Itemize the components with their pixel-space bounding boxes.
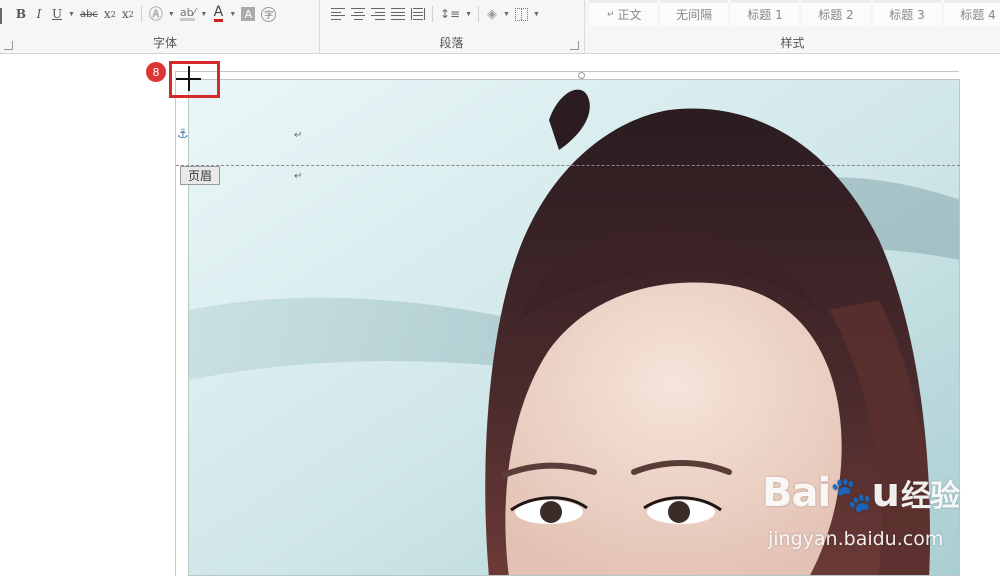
paragraph-mark: ↵ (294, 171, 303, 182)
highlight-color-button[interactable]: ab⁄ (177, 4, 199, 24)
style-label: 标题 2 (818, 8, 854, 22)
paragraph-group: ↕≡ ▼ ◈ ▼ ▼ 段落 (319, 0, 583, 54)
step-number-badge: 8 (146, 62, 166, 82)
font-toolbar: B I U ▼ abc x2 x2 Ⓐ ▼ ab⁄ ▼ A ▼ A 字 (12, 4, 279, 24)
paragraph-mark: ↵ (294, 130, 303, 141)
strikethrough-button[interactable]: abc (77, 4, 101, 24)
distribute-button[interactable] (408, 4, 428, 24)
text-effects-icon: Ⓐ (148, 7, 163, 23)
justify-icon (391, 8, 405, 20)
ribbon: B I U ▼ abc x2 x2 Ⓐ ▼ ab⁄ ▼ A ▼ A 字 字体 ↕… (0, 0, 1000, 54)
text-effects-dropdown-icon[interactable]: ▼ (166, 11, 177, 18)
toolbar-separator (478, 6, 480, 22)
header-boundary-line (176, 165, 960, 166)
dialog-launcher-icon[interactable] (4, 41, 13, 50)
justify-button[interactable] (388, 4, 408, 24)
align-center-icon (351, 8, 365, 20)
align-right-button[interactable] (368, 4, 388, 24)
text-effects-button[interactable]: Ⓐ (146, 4, 166, 24)
underline-dropdown-icon[interactable]: ▼ (66, 11, 77, 18)
superscript-button[interactable]: x2 (119, 4, 137, 24)
style-heading-3[interactable]: 标题 3 (873, 0, 941, 26)
align-right-icon (371, 8, 385, 20)
underline-button[interactable]: U (48, 4, 66, 24)
line-spacing-dropdown-icon[interactable]: ▼ (463, 11, 474, 18)
font-group: B I U ▼ abc x2 x2 Ⓐ ▼ ab⁄ ▼ A ▼ A 字 字体 (4, 0, 318, 54)
highlight-dropdown-icon[interactable]: ▼ (198, 11, 209, 18)
baidu-watermark: Bai🐾u经验 jingyan.baidu.com (762, 470, 992, 570)
paragraph-mark-icon: ↵ (607, 9, 615, 20)
rotate-handle[interactable] (578, 72, 585, 79)
styles-group-label: 样式 (780, 36, 805, 50)
font-color-button[interactable]: A (209, 4, 227, 24)
header-tag[interactable]: 页眉 (180, 166, 220, 185)
paint-bucket-icon: ◈ (487, 6, 498, 22)
align-center-button[interactable] (348, 4, 368, 24)
bold-button[interactable]: B (12, 4, 30, 24)
style-label: 正文 (617, 8, 642, 22)
style-heading-4[interactable]: 标题 4 (944, 0, 1000, 26)
shading-dropdown-icon[interactable]: ▼ (501, 11, 512, 18)
style-label: 标题 4 (960, 8, 996, 22)
toolbar-separator (432, 6, 433, 22)
shading-button[interactable]: ◈ (483, 4, 501, 24)
distribute-icon (411, 8, 425, 20)
line-spacing-button[interactable]: ↕≡ (437, 4, 463, 24)
enclose-characters-icon: 字 (261, 6, 277, 22)
borders-icon (514, 7, 528, 21)
subscript-mark: 2 (110, 9, 116, 19)
superscript-mark: 2 (128, 9, 134, 19)
font-group-label: 字体 (152, 36, 177, 50)
paragraph-group-label: 段落 (439, 36, 464, 50)
style-label: 标题 1 (747, 8, 783, 22)
styles-gallery: ↵ 正文 无间隔 标题 1 标题 2 标题 3 标题 4 (589, 0, 1000, 26)
align-left-button[interactable] (328, 4, 348, 24)
dialog-launcher-icon[interactable] (570, 41, 579, 50)
line-spacing-icon: ↕≡ (440, 7, 461, 21)
subscript-label: x (103, 7, 111, 21)
style-heading-2[interactable]: 标题 2 (802, 0, 870, 26)
baidu-logo: Bai🐾u经验 (762, 470, 960, 516)
ribbon-edge-mark (0, 8, 2, 24)
style-normal[interactable]: ↵ 正文 (589, 0, 657, 26)
toolbar-separator (140, 6, 142, 22)
picture-frame-top-edge (175, 71, 959, 72)
highlighter-icon: ab⁄ (179, 6, 196, 21)
character-shading-icon: A (241, 7, 256, 21)
font-color-dropdown-icon[interactable]: ▼ (227, 11, 238, 18)
anchor-icon: ⚓ (177, 127, 189, 142)
subscript-button[interactable]: x2 (101, 4, 119, 24)
paragraph-toolbar: ↕≡ ▼ ◈ ▼ ▼ (328, 4, 542, 24)
italic-button[interactable]: I (30, 4, 48, 24)
align-left-icon (331, 8, 345, 20)
font-color-icon: A (213, 4, 224, 22)
superscript-label: x (121, 7, 129, 21)
crosshair-cursor-icon (176, 66, 201, 91)
character-shading-button[interactable]: A (238, 4, 258, 24)
borders-button[interactable] (512, 4, 531, 24)
watermark-url: jingyan.baidu.com (768, 528, 944, 550)
enclose-characters-button[interactable]: 字 (258, 4, 279, 24)
borders-dropdown-icon[interactable]: ▼ (531, 11, 542, 18)
style-no-spacing[interactable]: 无间隔 (660, 0, 728, 26)
style-label: 无间隔 (675, 8, 712, 22)
styles-group: ↵ 正文 无间隔 标题 1 标题 2 标题 3 标题 4 样式 (584, 0, 1000, 54)
picture-frame-left-edge (175, 71, 176, 576)
style-heading-1[interactable]: 标题 1 (731, 0, 799, 26)
style-label: 标题 3 (889, 8, 925, 22)
